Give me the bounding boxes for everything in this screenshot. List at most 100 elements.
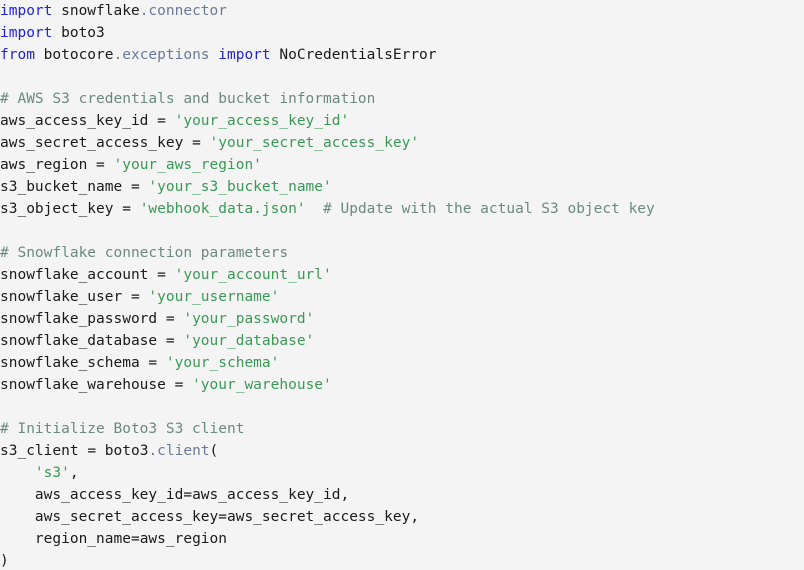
code-line: 's3', <box>0 462 804 484</box>
code-line: snowflake_password = 'your_password' <box>0 308 804 330</box>
code-token-op: = <box>130 289 140 305</box>
code-line: aws_access_key_id = 'your_access_key_id' <box>0 110 804 132</box>
code-token-string: 's3' <box>34 465 70 481</box>
code-token-op: = <box>192 135 201 151</box>
code-token-plain: s3_client <box>0 443 88 459</box>
code-token-op: = <box>130 531 140 547</box>
code-line: aws_secret_access_key = 'your_secret_acc… <box>0 132 804 154</box>
code-token-plain: region_name <box>0 531 131 547</box>
code-line: # Initialize Boto3 S3 client <box>0 418 804 440</box>
code-token-string: 'your_warehouse' <box>192 377 332 393</box>
code-token-op: = <box>122 201 131 217</box>
code-line: snowflake_account = 'your_account_url' <box>0 264 804 286</box>
code-token-plain: NoCredentialsError <box>270 47 437 63</box>
code-line: # Snowflake connection parameters <box>0 242 804 264</box>
code-token-op: = <box>148 355 158 371</box>
code-line: s3_bucket_name = 'your_s3_bucket_name' <box>0 176 804 198</box>
code-line: s3_client = boto3.client( <box>0 440 804 462</box>
code-line: snowflake_schema = 'your_schema' <box>0 352 804 374</box>
code-token-string: 'webhook_data.json' <box>139 201 306 217</box>
code-token-plain: snowflake_warehouse <box>0 377 175 393</box>
code-line: aws_access_key_id=aws_access_key_id, <box>0 484 804 506</box>
code-token-plain: snowflake <box>52 3 140 19</box>
code-token-comment: # Snowflake connection parameters <box>0 245 289 261</box>
code-line: import boto3 <box>0 22 804 44</box>
code-token-op: = <box>157 267 166 283</box>
code-token-keyword: import <box>0 3 53 19</box>
code-token-plain: botocore <box>34 47 114 63</box>
code-token-comment: # Update with the actual S3 object key <box>323 201 655 217</box>
code-token-plain: aws_secret_access_key <box>226 509 411 525</box>
code-token-comment: # Initialize Boto3 S3 client <box>0 421 245 437</box>
code-line: import snowflake.connector <box>0 0 804 22</box>
code-token-plain: snowflake_user <box>0 289 131 305</box>
code-token-comment: # AWS S3 credentials and bucket informat… <box>0 91 376 107</box>
code-token-keyword: from <box>0 47 35 63</box>
code-token-op: = <box>183 487 193 503</box>
code-line: snowflake_database = 'your_database' <box>0 330 804 352</box>
code-token-plain: aws_access_key_id <box>192 487 341 503</box>
code-token-plain: s3_object_key <box>0 201 123 217</box>
code-token-punct: ) <box>0 553 9 569</box>
code-line: snowflake_warehouse = 'your_warehouse' <box>0 374 804 396</box>
code-token-plain: aws_secret_access_key <box>0 509 219 525</box>
code-line: # AWS S3 credentials and bucket informat… <box>0 88 804 110</box>
code-token-op: = <box>165 311 175 327</box>
code-token-punct: ( <box>209 443 219 459</box>
code-line: ) <box>0 550 804 570</box>
code-token-plain: aws_region <box>139 531 227 547</box>
code-token-plain: snowflake_schema <box>0 355 149 371</box>
code-token-op: = <box>165 333 175 349</box>
code-line: region_name=aws_region <box>0 528 804 550</box>
code-line: aws_secret_access_key=aws_secret_access_… <box>0 506 804 528</box>
code-token-keyword: import <box>218 47 271 63</box>
code-token-string: 'your_schema' <box>165 355 280 371</box>
code-token-plain: snowflake_account <box>0 267 158 283</box>
code-line: aws_region = 'your_aws_region' <box>0 154 804 176</box>
code-line: s3_object_key = 'webhook_data.json' # Up… <box>0 198 804 220</box>
code-token-string: 'your_access_key_id' <box>174 113 350 129</box>
code-token-op: = <box>87 443 97 459</box>
code-token-string: 'your_username' <box>148 289 280 305</box>
code-token-plain: aws_access_key_id <box>0 113 158 129</box>
code-token-plain: aws_secret_access_key <box>0 135 193 151</box>
code-token-plain: aws_region <box>0 157 97 173</box>
code-token-punct: , <box>340 487 350 503</box>
code-block: import snowflake.connector import boto3 fr… <box>0 0 804 570</box>
code-token-plain: s3_bucket_name <box>0 179 131 195</box>
code-token-op: = <box>130 179 140 195</box>
code-token-string: 'your_database' <box>183 333 315 349</box>
code-token-attr: .exceptions <box>113 47 210 63</box>
code-token-string: 'your_secret_access_key' <box>209 135 420 151</box>
code-token-plain: snowflake_password <box>0 311 166 327</box>
code-token-plain: boto3 <box>52 25 105 41</box>
code-token-punct: , <box>69 465 79 481</box>
code-token-string: 'your_s3_bucket_name' <box>148 179 332 195</box>
code-token-punct: , <box>410 509 420 525</box>
code-line: snowflake_user = 'your_username' <box>0 286 804 308</box>
code-viewer[interactable]: import snowflake.connector import boto3 fr… <box>0 0 804 570</box>
code-line: from botocore.exceptions import NoCreden… <box>0 44 804 66</box>
code-token-string: 'your_aws_region' <box>113 157 262 173</box>
code-token-plain: snowflake_database <box>0 333 166 349</box>
code-token-plain: boto3 <box>96 443 149 459</box>
code-token-op: = <box>96 157 105 173</box>
code-token-keyword: import <box>0 25 53 41</box>
code-token-op: = <box>157 113 166 129</box>
code-token-string: 'your_password' <box>183 311 315 327</box>
code-token-plain: aws_access_key_id <box>0 487 184 503</box>
code-token-attr: .client <box>148 443 210 459</box>
code-token-attr: .connector <box>139 3 228 19</box>
